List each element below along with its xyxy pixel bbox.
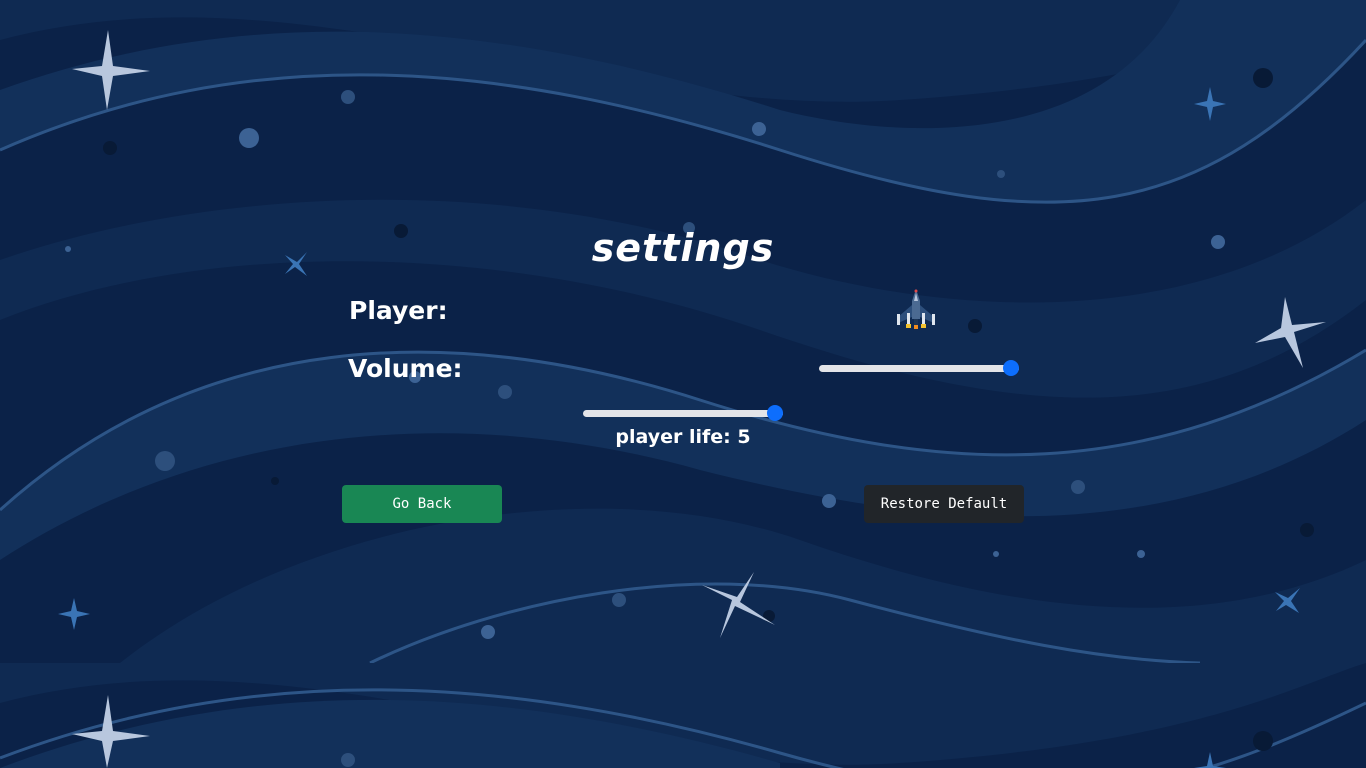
settings-title: settings xyxy=(591,226,775,270)
volume-label: Volume: xyxy=(348,354,463,383)
player-life-slider[interactable] xyxy=(583,403,783,423)
volume-slider-thumb[interactable] xyxy=(1003,360,1019,376)
spaceship-icon[interactable] xyxy=(890,285,942,337)
restore-default-button[interactable]: Restore Default xyxy=(864,485,1024,523)
player-life-slider-thumb[interactable] xyxy=(767,405,783,421)
game-screen: settings Player: Volume: player life: 5 … xyxy=(0,0,1366,768)
player-life-slider-track[interactable] xyxy=(583,410,783,417)
space-background-repeat xyxy=(0,663,1366,768)
go-back-button[interactable]: Go Back xyxy=(342,485,502,523)
volume-slider[interactable] xyxy=(819,358,1019,378)
player-life-text: player life: 5 xyxy=(615,426,751,448)
player-label: Player: xyxy=(349,296,448,325)
space-background xyxy=(0,0,1366,663)
volume-slider-track[interactable] xyxy=(819,365,1019,372)
